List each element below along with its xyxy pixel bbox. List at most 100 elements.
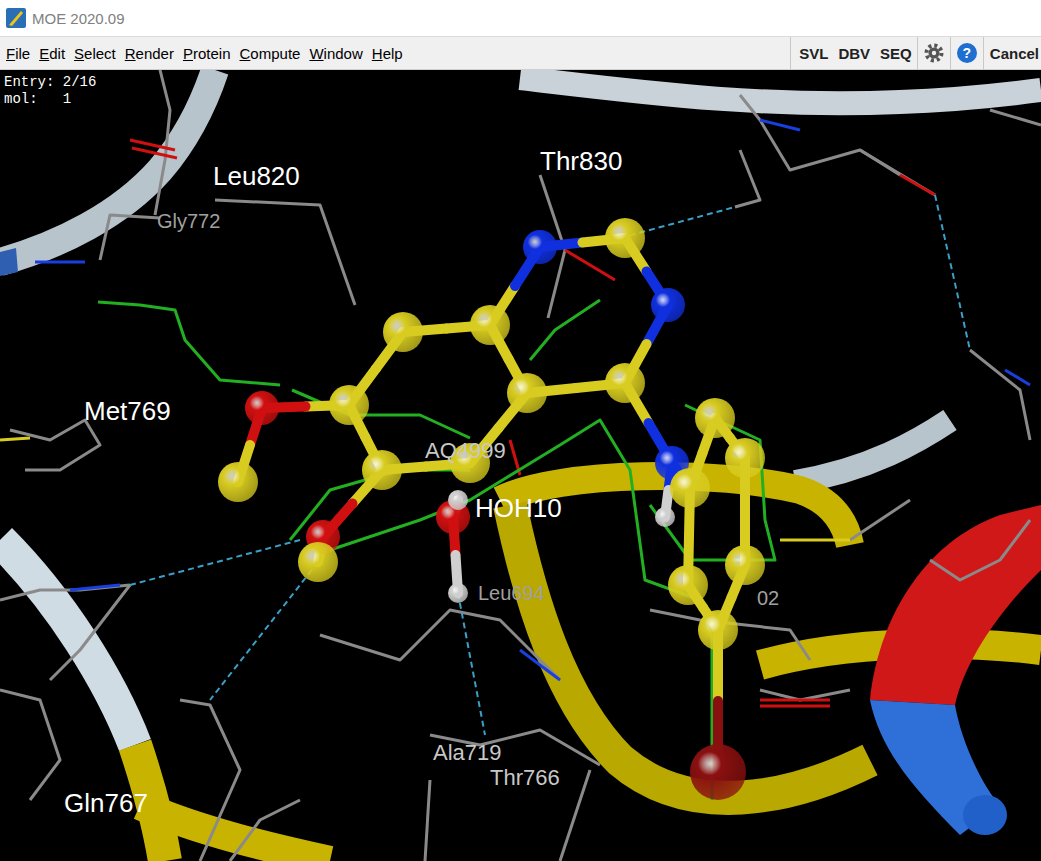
molecule-scene[interactable]: Leu820 Gly772 Thr830 Met769 AQ4999 HOH10 Leu69… (0, 70, 1041, 861)
window-title: MOE 2020.09 (32, 10, 125, 27)
atom[interactable] (448, 583, 468, 603)
residue-stick (520, 650, 560, 680)
residue-stick (760, 120, 800, 130)
residue-label[interactable]: Thr830 (540, 146, 622, 176)
menu-item[interactable]: Edit (39, 45, 65, 62)
hydrogen-bond (130, 540, 300, 585)
residue-label[interactable]: Gln767 (64, 788, 148, 818)
residue-stick (35, 261, 85, 264)
atom[interactable] (298, 542, 338, 582)
toolbar-button[interactable]: SVL (790, 37, 833, 69)
residue-label[interactable]: Thr766 (490, 765, 560, 790)
gear-icon (924, 43, 944, 63)
atom[interactable] (383, 312, 423, 352)
residue-stick (1005, 370, 1030, 385)
residue-stick (132, 148, 177, 158)
ribbon (0, 70, 215, 262)
residue-stick (900, 175, 935, 195)
atom[interactable] (218, 462, 258, 502)
residue-label[interactable]: Leu820 (213, 161, 300, 191)
residue-stick (650, 610, 810, 660)
help-button[interactable]: ? (950, 37, 983, 69)
atom[interactable] (329, 385, 369, 425)
status-line: mol: 1 (4, 91, 96, 108)
residue-label[interactable]: Ala719 (433, 740, 502, 765)
atom[interactable] (245, 391, 279, 425)
menu-item[interactable]: Window (309, 45, 362, 62)
hydrogen-bond (210, 562, 318, 700)
toolbar: SVLDBVSEQ? Cancel (790, 37, 1041, 69)
hydrogen-bond (458, 593, 485, 735)
atom[interactable] (725, 545, 765, 585)
atom[interactable] (690, 744, 746, 800)
molecule-viewport[interactable]: Leu820 Gly772 Thr830 Met769 AQ4999 HOH10 Leu69… (0, 70, 1041, 861)
atom[interactable] (523, 230, 557, 264)
residue-label[interactable]: HOH10 (475, 493, 562, 523)
toolbar-button[interactable]: SEQ (875, 37, 917, 69)
residue-label[interactable]: Leu694 (478, 582, 545, 604)
residue-stick (760, 699, 830, 702)
residue-stick (850, 500, 910, 540)
residue-stick (0, 585, 130, 600)
residue-stick (155, 70, 170, 215)
atom[interactable] (695, 398, 735, 438)
atom[interactable] (507, 373, 547, 413)
residue-stick (230, 800, 300, 861)
residue-stick (990, 110, 1041, 125)
hydrogen-bond (935, 195, 970, 350)
reference-ligand-stick (292, 390, 470, 438)
atom[interactable] (605, 363, 645, 403)
settings-button[interactable] (917, 37, 950, 69)
menu: File Edit Select Render Protein Compute Window… (0, 37, 403, 69)
residue-stick (50, 585, 130, 680)
helix (870, 505, 1041, 705)
toolbar-button[interactable]: DBV (833, 37, 875, 69)
atom[interactable] (698, 610, 738, 650)
atom[interactable] (725, 438, 765, 478)
atom[interactable] (670, 468, 710, 508)
residue-stick (735, 150, 760, 207)
ribbon (520, 78, 1041, 103)
title-bar: MOE 2020.09 (0, 0, 1041, 36)
cancel-button[interactable]: Cancel (983, 37, 1041, 69)
menu-bar: File Edit Select Render Protein Compute Window… (0, 36, 1041, 70)
menu-item[interactable]: File (6, 45, 30, 62)
residue-sticks (0, 70, 1041, 861)
residue-stick (760, 690, 850, 700)
atom[interactable] (668, 565, 708, 605)
ribbons (0, 70, 1041, 861)
menu-item[interactable]: Help (372, 45, 403, 62)
residue-stick (320, 610, 560, 680)
atom[interactable] (605, 218, 645, 258)
residue-label[interactable]: AQ4999 (425, 438, 506, 463)
status-line: Entry: 2/16 (4, 74, 96, 91)
ribbon (0, 540, 135, 745)
menu-item[interactable]: Protein (183, 45, 231, 62)
residue-label[interactable]: Met769 (84, 396, 171, 426)
residue-labels: Leu820 Gly772 Thr830 Met769 AQ4999 HOH10 Leu69… (64, 146, 779, 818)
residue-stick (215, 200, 355, 305)
residue-stick (780, 539, 850, 542)
residue-stick (0, 690, 60, 800)
atom[interactable] (470, 305, 510, 345)
menu-item[interactable]: Compute (240, 45, 301, 62)
help-icon: ? (957, 43, 977, 63)
atom[interactable] (448, 490, 468, 510)
atom[interactable] (655, 507, 675, 527)
reference-ligand-stick (98, 302, 280, 385)
residue-label[interactable]: 02 (757, 587, 779, 609)
atom[interactable] (362, 450, 402, 490)
residue-stick (425, 780, 430, 861)
residue-label[interactable]: Gly772 (157, 210, 220, 232)
menu-item[interactable]: Render (125, 45, 174, 62)
helix (963, 795, 1007, 835)
residue-stick (930, 520, 1030, 580)
residue-stick (760, 705, 830, 708)
menu-item[interactable]: Select (74, 45, 116, 62)
atom[interactable] (651, 288, 685, 322)
ribbon (795, 420, 950, 482)
residue-stick (10, 420, 100, 470)
ligand[interactable] (218, 218, 765, 800)
viewer-status: Entry: 2/16mol: 1 (4, 74, 96, 108)
residue-stick (430, 730, 600, 765)
